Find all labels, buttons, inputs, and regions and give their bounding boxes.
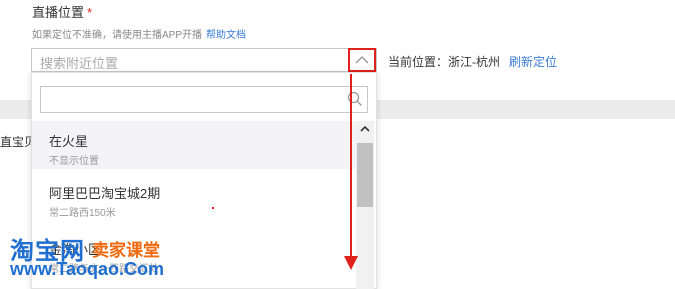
location-option[interactable]: 在火星 不显示位置	[32, 121, 356, 169]
scroll-up-icon[interactable]	[359, 123, 371, 135]
location-option-title: 在火星	[49, 134, 89, 149]
help-doc-link[interactable]: 帮助文档	[206, 30, 246, 41]
watermark: 淘宝网 卖家课堂 www.Taoqao.Com	[8, 231, 178, 289]
location-select-placeholder: 搜索附近位置	[40, 56, 119, 71]
dropdown-toggle-button[interactable]	[348, 48, 376, 72]
required-mark: *	[87, 5, 93, 20]
current-location: 当前位置：浙江-杭州	[388, 55, 500, 69]
annotation-dot	[212, 207, 214, 209]
field-title: 直播位置 *	[32, 2, 92, 21]
location-option-subtitle: 常二路西150米	[49, 208, 116, 219]
location-option-title: 阿里巴巴淘宝城2期	[49, 186, 161, 201]
location-option[interactable]: 阿里巴巴淘宝城2期 常二路西150米	[32, 173, 356, 221]
watermark-sub: 卖家课堂	[92, 241, 160, 260]
field-hint: 如果定位不准确，请使用主播APP开播 帮助文档	[32, 26, 246, 41]
hint-text: 如果定位不准确，请使用主播APP开播	[32, 30, 203, 41]
location-option-subtitle: 不显示位置	[49, 156, 99, 167]
dropdown-search-input[interactable]	[40, 86, 368, 113]
chevron-up-icon	[355, 56, 369, 64]
refresh-location-link[interactable]: 刷新定位	[509, 53, 557, 70]
location-select[interactable]: 搜索附近位置	[31, 48, 377, 72]
field-title-text: 直播位置	[32, 5, 85, 20]
annotation-arrow-down-icon	[344, 74, 358, 270]
watermark-url: www.Taoqao.Com	[10, 259, 165, 279]
